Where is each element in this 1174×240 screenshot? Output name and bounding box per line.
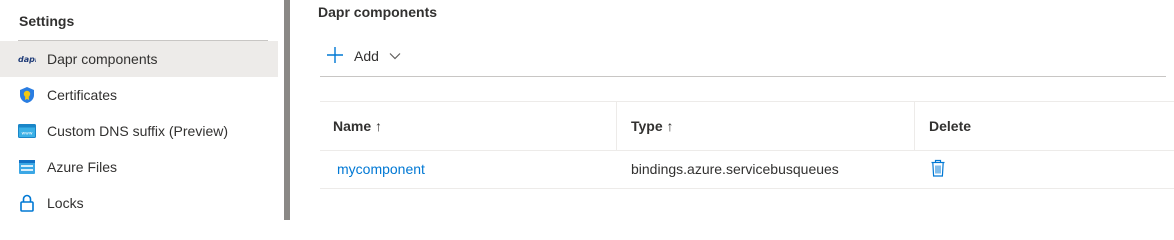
grid-header-border [320,150,1174,151]
sidebar-item-certificates[interactable]: Certificates [0,77,278,113]
column-header-delete: Delete [929,118,972,134]
sidebar-item-azure-files[interactable]: Azure Files [0,149,278,185]
settings-header: Settings [19,13,75,29]
certificate-icon [18,86,36,104]
column-separator[interactable] [616,101,617,151]
column-header-type[interactable]: Type ↑ [631,118,674,134]
column-header-name[interactable]: Name ↑ [333,118,382,134]
plus-icon [326,46,344,67]
grid-row-border [320,188,1174,189]
svg-text:dapr: dapr [18,55,36,64]
page-title: Dapr components [318,4,438,20]
component-type: bindings.azure.servicebusqueues [631,161,839,177]
main-content: Dapr components Add Name ↑ Type ↑ Delete… [290,0,1174,220]
dns-icon: www [18,122,36,140]
azure-files-icon [18,158,36,176]
delete-button[interactable] [929,158,947,178]
lock-icon [18,194,36,212]
svg-text:www: www [21,132,32,137]
sidebar-item-label: Certificates [47,87,118,103]
add-button-label: Add [354,48,379,64]
add-button[interactable]: Add [326,44,401,68]
sidebar-item-label: Dapr components [47,51,158,67]
grid-top-border [320,101,1174,102]
sidebar-item-label: Custom DNS suffix (Preview) [47,123,229,139]
settings-sidebar: Settings dapr Dapr components Certificat… [0,0,284,220]
dapr-icon: dapr [18,50,36,68]
sidebar-item-label: Azure Files [47,159,118,175]
sidebar-item-locks[interactable]: Locks [0,185,278,221]
toolbar-divider [320,76,1166,77]
sidebar-item-custom-dns-suffix[interactable]: www Custom DNS suffix (Preview) [0,113,278,149]
sidebar-item-label: Locks [47,195,84,211]
chevron-down-icon [389,52,401,60]
sidebar-item-dapr-components[interactable]: dapr Dapr components [0,41,278,77]
trash-icon [931,159,945,177]
component-name-link[interactable]: mycomponent [337,161,425,177]
column-separator[interactable] [914,101,915,151]
